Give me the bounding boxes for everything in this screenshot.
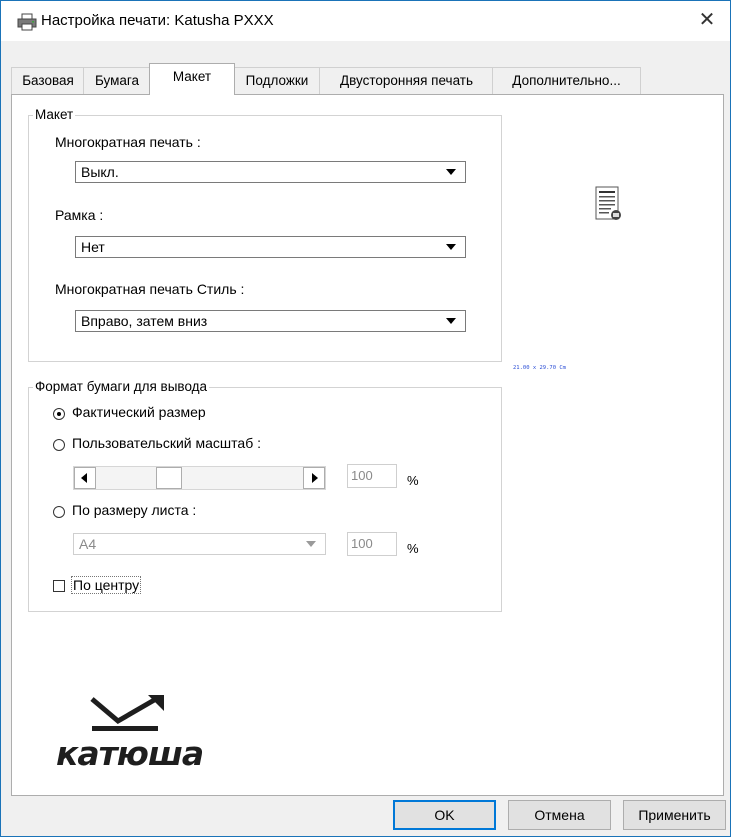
fit-percent-value: 100: [351, 536, 373, 551]
window-title: Настройка печати: Katusha PXXX: [41, 12, 274, 29]
scroll-right-icon[interactable]: [303, 467, 325, 489]
frame-label: Рамка :: [55, 207, 104, 223]
katusha-logo: катюша: [56, 695, 204, 771]
chevron-down-icon[interactable]: [437, 162, 465, 182]
multi-print-label: Многократная печать :: [55, 134, 201, 150]
print-settings-dialog: Настройка печати: Katusha PXXX ✕ Базовая…: [0, 0, 731, 837]
frame-value: Нет: [81, 239, 105, 255]
tab-layout[interactable]: Макет: [149, 63, 235, 95]
fit-percent-input[interactable]: 100: [347, 532, 397, 556]
close-icon[interactable]: ✕: [684, 1, 730, 41]
layout-group-legend: Макет: [33, 107, 76, 122]
fit-to-page-label: По размеру листа :: [72, 502, 197, 518]
actual-size-label: Фактический размер: [72, 404, 206, 420]
multi-print-style-select[interactable]: Вправо, затем вниз: [75, 310, 466, 332]
custom-scale-slider[interactable]: [73, 466, 326, 490]
paper-size-select[interactable]: A4: [73, 533, 326, 555]
tab-watermarks[interactable]: Подложки: [233, 67, 321, 94]
printer-icon: [17, 13, 37, 31]
cancel-button[interactable]: Отмена: [508, 800, 611, 830]
multi-print-value: Выкл.: [81, 164, 119, 180]
tab-paper[interactable]: Бумага: [83, 67, 151, 94]
output-format-group: Формат бумаги для вывода Фактический раз…: [28, 379, 502, 612]
frame-select[interactable]: Нет: [75, 236, 466, 258]
ok-button[interactable]: OK: [393, 800, 496, 830]
output-format-legend: Формат бумаги для вывода: [33, 379, 210, 394]
chevron-down-icon[interactable]: [437, 237, 465, 257]
multi-print-style-label: Многократная печать Стиль :: [55, 281, 245, 297]
tab-panel-layout: Макет Многократная печать : Выкл. Рамка …: [11, 94, 724, 796]
multi-print-select[interactable]: Выкл.: [75, 161, 466, 183]
custom-scale-value: 100: [351, 468, 373, 483]
layout-group: Макет Многократная печать : Выкл. Рамка …: [28, 107, 502, 362]
fit-percent-sign: %: [407, 541, 419, 556]
title-bar: Настройка печати: Katusha PXXX ✕: [1, 1, 730, 41]
fit-to-page-radio[interactable]: [53, 506, 65, 518]
center-checkbox[interactable]: [53, 580, 65, 592]
custom-scale-radio[interactable]: [53, 439, 65, 451]
scroll-left-icon[interactable]: [74, 467, 96, 489]
slider-thumb[interactable]: [156, 467, 182, 489]
chevron-down-icon[interactable]: [437, 311, 465, 331]
custom-scale-label: Пользовательский масштаб :: [72, 435, 261, 451]
chevron-down-icon[interactable]: [297, 534, 325, 554]
tab-advanced[interactable]: Дополнительно...: [492, 67, 641, 94]
paper-size-text: 21.00 x 29.70 Cm: [513, 365, 566, 371]
page-preview-icon: [595, 186, 621, 220]
logo-text: катюша: [56, 734, 203, 771]
actual-size-radio[interactable]: [53, 408, 65, 420]
custom-scale-input[interactable]: 100: [347, 464, 397, 488]
multi-print-style-value: Вправо, затем вниз: [81, 313, 208, 329]
custom-scale-percent: %: [407, 473, 419, 488]
tab-duplex[interactable]: Двусторонняя печать: [319, 67, 494, 94]
tab-basic[interactable]: Базовая: [11, 67, 85, 94]
center-label: По центру: [71, 576, 142, 594]
paper-size-value: A4: [79, 536, 97, 552]
apply-button[interactable]: Применить: [623, 800, 726, 830]
